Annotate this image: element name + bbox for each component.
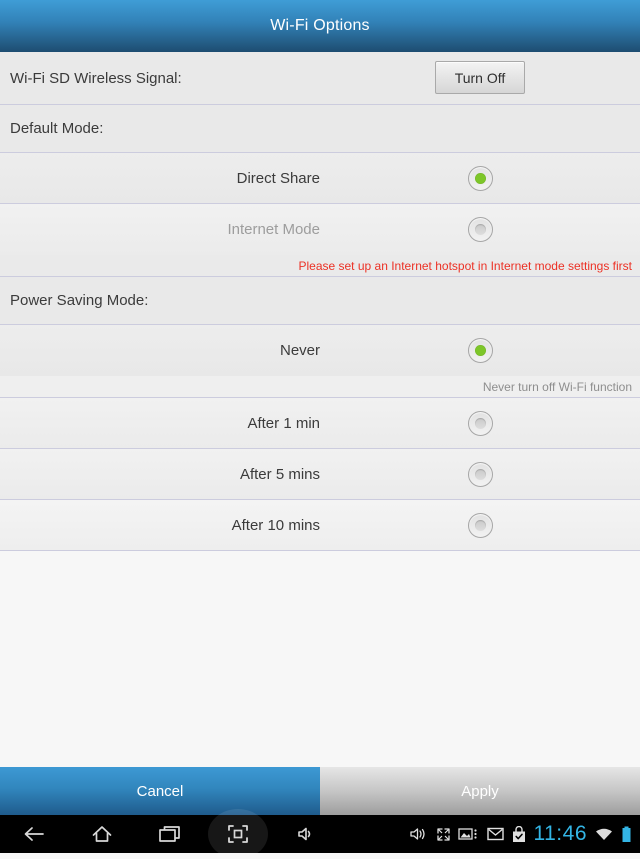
battery-icon xyxy=(622,826,631,842)
option-row-direct-share[interactable]: Direct Share xyxy=(0,153,640,204)
status-clock: 11:46 xyxy=(533,822,587,845)
option-label-after-1-min: After 1 min xyxy=(247,414,320,432)
default-mode-header-label: Default Mode: xyxy=(10,120,104,137)
power-saving-header-label: Power Saving Mode: xyxy=(10,292,149,309)
default-mode-header: Default Mode: xyxy=(0,105,640,153)
android-navigation-bar: 11:46 xyxy=(0,809,640,859)
settings-content: Wi-Fi SD Wireless Signal: Turn Off Defau… xyxy=(0,52,640,767)
volume-status-icon xyxy=(409,828,425,840)
option-row-after-1-min[interactable]: After 1 min xyxy=(0,398,640,449)
nav-buttons-group xyxy=(0,809,340,859)
option-row-after-10-mins[interactable]: After 10 mins xyxy=(0,500,640,551)
turn-off-button[interactable]: Turn Off xyxy=(435,61,525,94)
radio-dot-selected xyxy=(475,172,486,184)
radio-after-10-mins[interactable] xyxy=(468,512,493,538)
option-row-after-5-mins[interactable]: After 5 mins xyxy=(0,449,640,500)
apply-button[interactable]: Apply xyxy=(320,767,640,815)
home-icon[interactable] xyxy=(68,815,136,853)
gmail-icon xyxy=(486,827,504,841)
option-label-direct-share: Direct Share xyxy=(236,169,320,187)
wifi-options-screen: Wi-Fi Options Wi-Fi SD Wireless Signal: … xyxy=(0,0,640,859)
option-row-never[interactable]: Never xyxy=(0,325,640,376)
radio-dot-unselected xyxy=(475,468,486,480)
never-hint-row: Never turn off Wi-Fi function xyxy=(0,376,640,398)
radio-dot-selected xyxy=(475,345,486,356)
option-label-never: Never xyxy=(279,342,320,359)
expand-icon xyxy=(436,827,450,841)
wifi-icon xyxy=(596,828,612,840)
internet-mode-warning-row: Please set up an Internet hotspot in Int… xyxy=(0,255,640,277)
option-row-internet-mode[interactable]: Internet Mode xyxy=(0,204,640,255)
radio-internet-mode[interactable] xyxy=(468,217,493,242)
radio-dot-unselected xyxy=(475,417,486,429)
play-store-icon xyxy=(512,825,525,842)
screenshot-icon[interactable] xyxy=(204,809,272,859)
option-label-after-10-mins: After 10 mins xyxy=(231,516,320,534)
internet-mode-warning-text: Please set up an Internet hotspot in Int… xyxy=(298,258,632,273)
radio-after-5-mins[interactable] xyxy=(468,461,493,487)
never-hint-text: Never turn off Wi-Fi function xyxy=(482,379,632,394)
radio-dot-unselected xyxy=(475,519,486,531)
recents-icon[interactable] xyxy=(136,815,204,853)
screenshot-capture-icon xyxy=(457,828,477,840)
radio-never[interactable] xyxy=(468,338,493,363)
radio-dot-unselected xyxy=(475,224,486,235)
back-arrow-icon[interactable] xyxy=(0,815,68,853)
radio-direct-share[interactable] xyxy=(468,165,493,191)
power-saving-header: Power Saving Mode: xyxy=(0,277,640,325)
wifi-signal-label: Wi-Fi SD Wireless Signal: xyxy=(10,69,182,87)
title-bar: Wi-Fi Options xyxy=(0,0,640,52)
volume-icon[interactable] xyxy=(272,815,340,853)
option-label-after-5-mins: After 5 mins xyxy=(239,465,320,483)
dialog-button-bar: Cancel Apply xyxy=(0,767,640,815)
page-title: Wi-Fi Options xyxy=(270,17,370,34)
wifi-signal-row: Wi-Fi SD Wireless Signal: Turn Off xyxy=(0,52,640,105)
cancel-button[interactable]: Cancel xyxy=(0,767,320,815)
option-label-internet-mode: Internet Mode xyxy=(227,221,320,238)
content-empty-area xyxy=(0,551,640,767)
status-bar-icons: 11:46 xyxy=(409,815,633,853)
radio-after-1-min[interactable] xyxy=(468,410,493,436)
